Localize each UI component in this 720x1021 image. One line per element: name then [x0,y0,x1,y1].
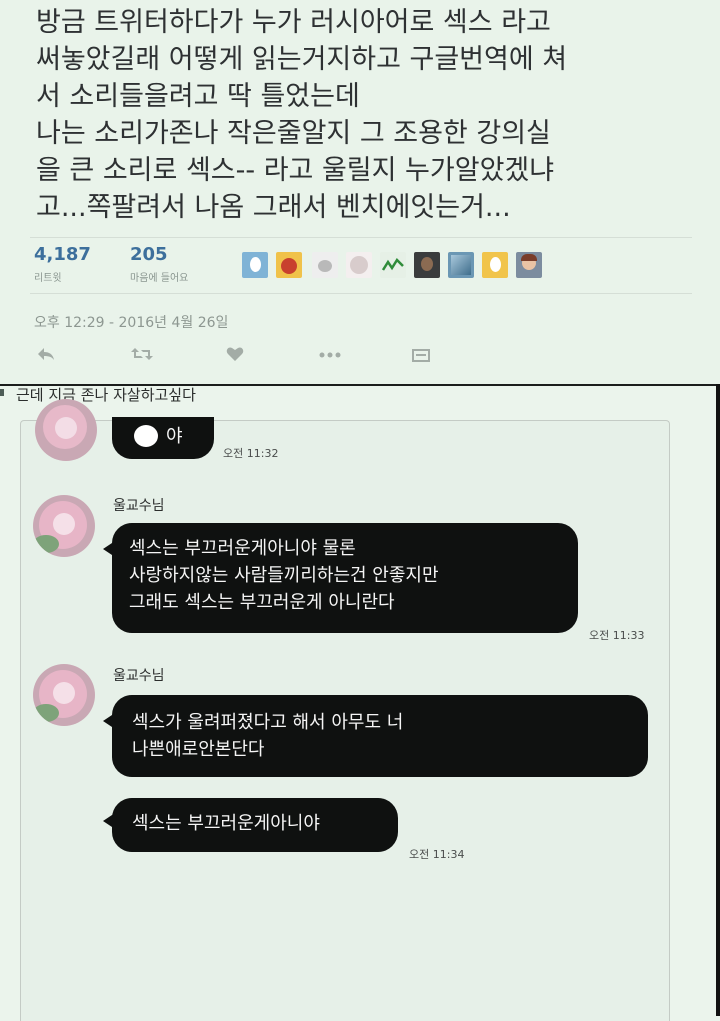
liker-avatar[interactable] [312,252,338,278]
bubble-text: 섹스는 부끄러운게아니야 물론 [129,538,356,559]
divider [30,237,692,238]
liker-avatar[interactable] [516,252,542,278]
retweet-label: 리트윗 [34,273,62,284]
message-time: 오전 11:33 [589,629,645,642]
stats-icon[interactable] [412,346,430,366]
liker-avatar[interactable] [380,252,406,278]
bubble-text: 사랑하지않는 사람들끼리하는건 안좋지만 [129,565,439,586]
retweet-icon[interactable] [130,346,154,366]
sender-avatar[interactable] [33,664,95,726]
sender-avatar[interactable] [33,495,95,557]
bubble-text: 섹스는 부끄러운게아니야 [132,813,320,834]
divider [30,293,692,294]
chat-screenshot: 근데 지금 존나 자살하고싶다 야 오전 11:32 울교수님 섹스는 부끄러운… [0,384,720,1021]
like-label: 마음에 들어요 [130,273,189,284]
bubble-text: 그래도 섹스는 부끄러운게 아니란다 [129,592,395,613]
tweet-line: 방금 트위터하다가 누가 러시아어로 섹스 라고 [36,7,551,38]
chat-window: 야 오전 11:32 울교수님 섹스는 부끄러운게아니야 물론 사랑하지않는 사… [20,399,670,1021]
liker-avatar[interactable] [482,252,508,278]
tweet-text: 방금 트위터하다가 누가 러시아어로 섹스 라고 써놓았길래 어떻게 읽는거지하… [36,4,706,226]
liker-avatar[interactable] [242,252,268,278]
tweet-line: 을 큰 소리로 섹스-- 라고 울릴지 누가알았겠냐 [36,155,555,186]
image-edge [716,384,720,1016]
tweet-screenshot: 방금 트위터하다가 누가 러시아어로 섹스 라고 써놓았길래 어떻게 읽는거지하… [0,0,720,384]
liker-avatar[interactable] [276,252,302,278]
retweet-count: 4,187 [34,244,91,265]
message-time: 오전 11:34 [409,848,465,861]
chat-bubble[interactable]: 섹스는 부끄러운게아니야 물론 사랑하지않는 사람들끼리하는건 안좋지만 그래도… [112,523,578,633]
message-time: 오전 11:32 [223,447,279,460]
reply-icon[interactable] [36,346,56,366]
chat-caption: 근데 지금 존나 자살하고싶다 [16,386,196,404]
chat-bubble[interactable]: 섹스는 부끄러운게아니야 [112,798,398,852]
tweet-timestamp: 오후 12:29 - 2016년 4월 26일 [34,315,229,331]
tweet-line: 나는 소리가존나 작은줄알지 그 조용한 강의실 [36,118,551,149]
sender-avatar[interactable] [35,399,97,461]
sender-name: 울교수님 [113,498,165,514]
more-icon[interactable] [318,346,342,366]
liker-avatar[interactable] [414,252,440,278]
tweet-line: 써놓았길래 어떻게 읽는거지하고 구글번역에 쳐 [36,44,568,75]
sender-name: 울교수님 [113,668,165,684]
tweet-line: 서 소리들을려고 딱 틀었는데 [36,81,360,112]
like-count: 205 [130,244,168,265]
like-icon[interactable] [226,346,244,366]
chat-bubble[interactable]: 야 [112,417,214,459]
liker-avatar[interactable] [448,252,474,278]
bubble-text: 야 [166,426,183,447]
like-stat[interactable]: 205 마음에 들어요 [130,244,188,284]
tweet-line: 고...쪽팔려서 나옴 그래서 벤치에잇는거... [36,192,511,223]
chat-bubble[interactable]: 섹스가 울려퍼졌다고 해서 아무도 너 나쁜애로안본단다 [112,695,648,777]
bubble-text: 섹스가 울려퍼졌다고 해서 아무도 너 [132,712,404,733]
bubble-text: 나쁜애로안본단다 [132,739,265,760]
caption-bullet [0,389,4,396]
redaction-blob [134,425,158,447]
liker-avatar[interactable] [346,252,372,278]
retweet-stat[interactable]: 4,187 리트윗 [34,244,91,284]
